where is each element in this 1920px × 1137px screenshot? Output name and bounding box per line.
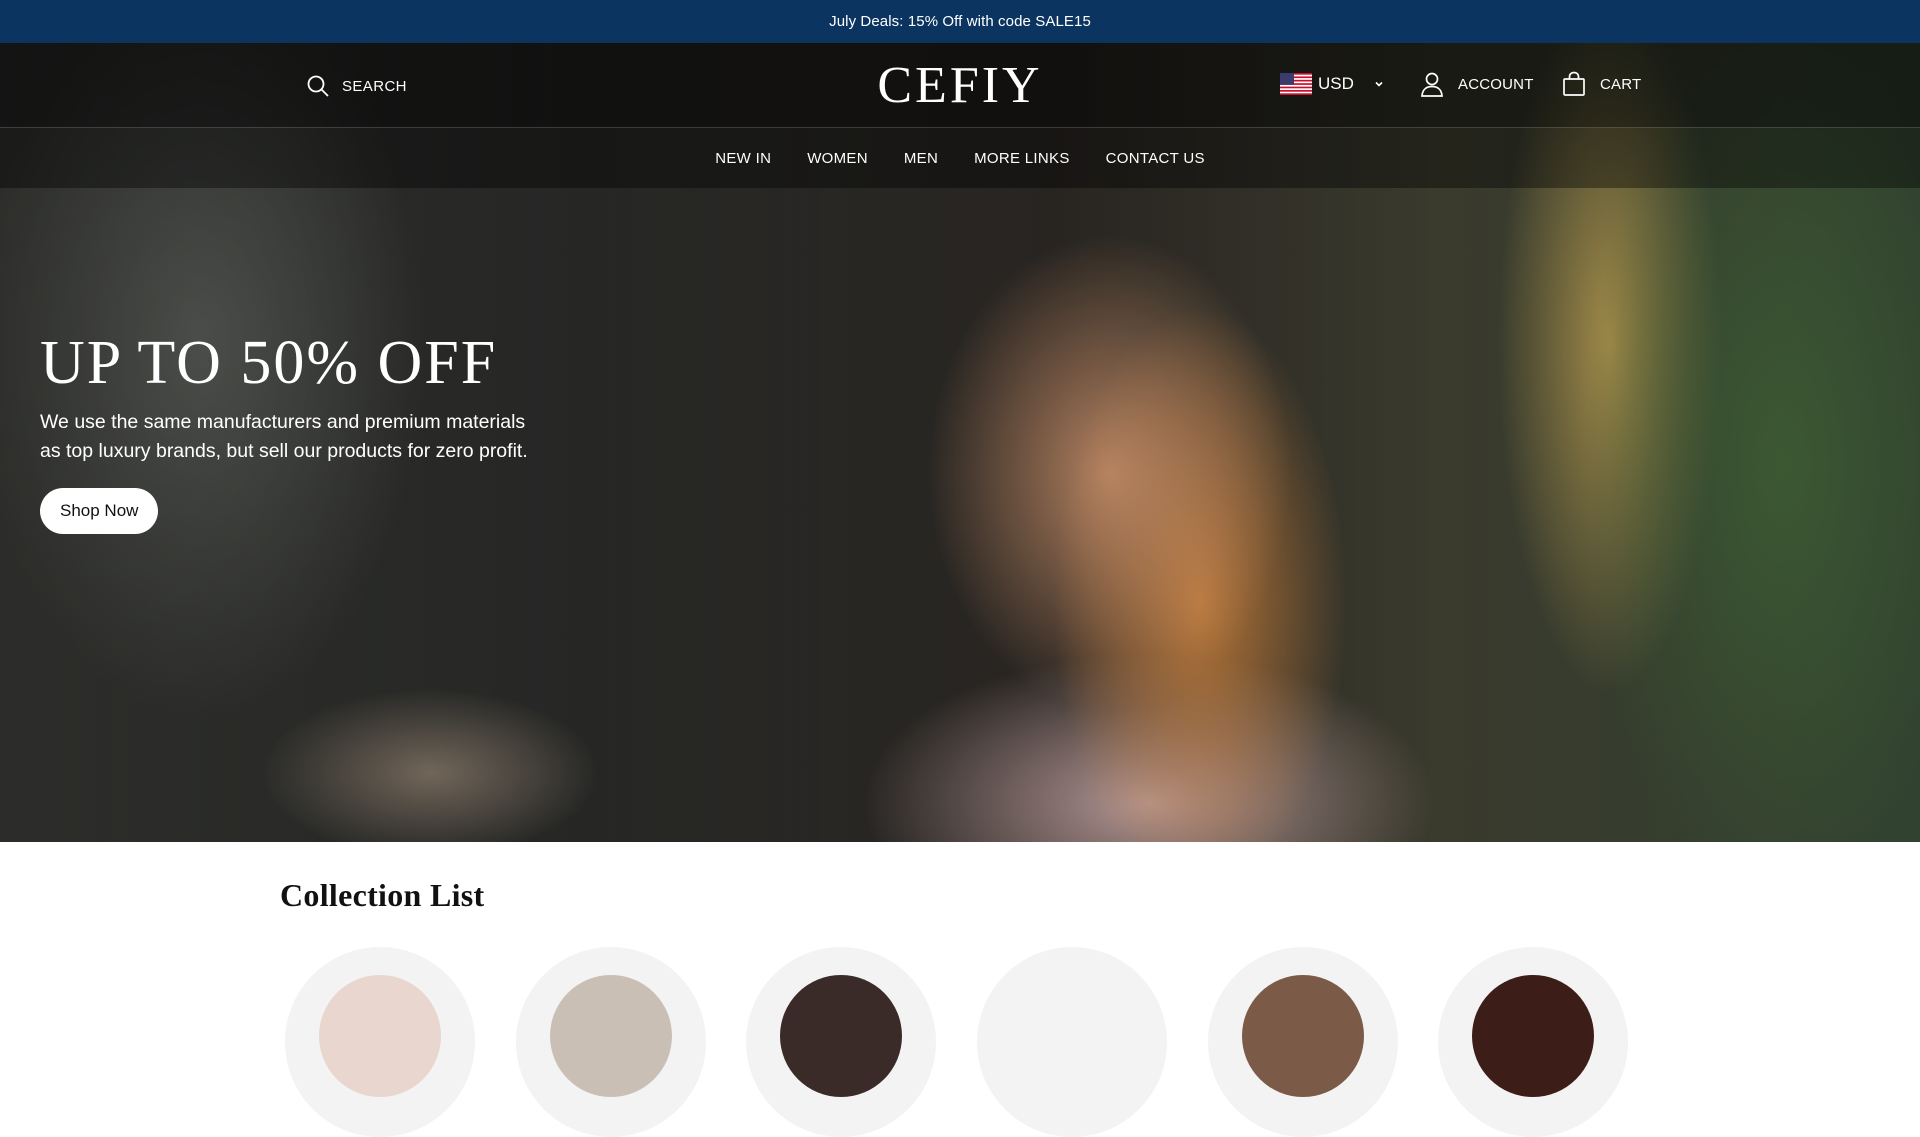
user-icon xyxy=(1421,72,1443,97)
collection-thumbnail xyxy=(1011,975,1133,1097)
cart-link[interactable]: CART xyxy=(1562,67,1641,101)
nav-item-new-in[interactable]: NEW IN xyxy=(715,150,771,167)
collection-item[interactable] xyxy=(516,947,706,1137)
main-navigation: NEW IN WOMEN MEN MORE LINKS CONTACT US xyxy=(0,128,1920,188)
search-button[interactable]: SEARCH xyxy=(306,69,407,103)
hero-title: UP TO 50% OFF xyxy=(40,329,498,397)
nav-item-contact-us[interactable]: CONTACT US xyxy=(1106,150,1205,167)
collection-item[interactable] xyxy=(285,947,475,1137)
collection-list xyxy=(0,947,1920,1137)
collection-item[interactable] xyxy=(977,947,1167,1137)
collection-thumbnail xyxy=(550,975,672,1097)
us-flag-icon xyxy=(1280,73,1312,95)
collection-item[interactable] xyxy=(1438,947,1628,1137)
account-link[interactable]: ACCOUNT xyxy=(1418,67,1534,101)
nav-item-men[interactable]: MEN xyxy=(904,150,938,167)
collection-thumbnail xyxy=(1242,975,1364,1097)
search-icon xyxy=(307,75,329,97)
chevron-down-icon xyxy=(1375,81,1383,87)
search-label: SEARCH xyxy=(342,77,407,95)
collection-thumbnail xyxy=(319,975,441,1097)
collection-item[interactable] xyxy=(746,947,936,1137)
collection-thumbnail xyxy=(780,975,902,1097)
cart-label: CART xyxy=(1600,75,1642,93)
shopping-bag-icon xyxy=(1563,71,1585,96)
collection-list-title: Collection List xyxy=(280,877,485,913)
site-logo[interactable]: CEFIY xyxy=(860,57,1060,115)
currency-code: USD xyxy=(1318,74,1354,93)
nav-item-women[interactable]: WOMEN xyxy=(807,150,868,167)
account-label: ACCOUNT xyxy=(1458,75,1534,93)
nav-item-more-links[interactable]: MORE LINKS xyxy=(974,150,1070,167)
hero-banner: SEARCH CEFIY USD ACCOUNT CART NEW IN WOM… xyxy=(0,43,1920,842)
collection-thumbnail xyxy=(1472,975,1594,1097)
announcement-text: July Deals: 15% Off with code SALE15 xyxy=(829,13,1091,30)
shop-now-button[interactable]: Shop Now xyxy=(40,488,159,534)
currency-selector[interactable]: USD xyxy=(1280,67,1388,101)
announcement-bar: July Deals: 15% Off with code SALE15 xyxy=(0,0,1920,43)
hero-description: We use the same manufacturers and premiu… xyxy=(40,411,528,462)
collection-item[interactable] xyxy=(1208,947,1398,1137)
site-header: SEARCH CEFIY USD ACCOUNT CART xyxy=(0,43,1920,128)
hero-content: UP TO 50% OFF We use the same manufactur… xyxy=(40,326,540,534)
